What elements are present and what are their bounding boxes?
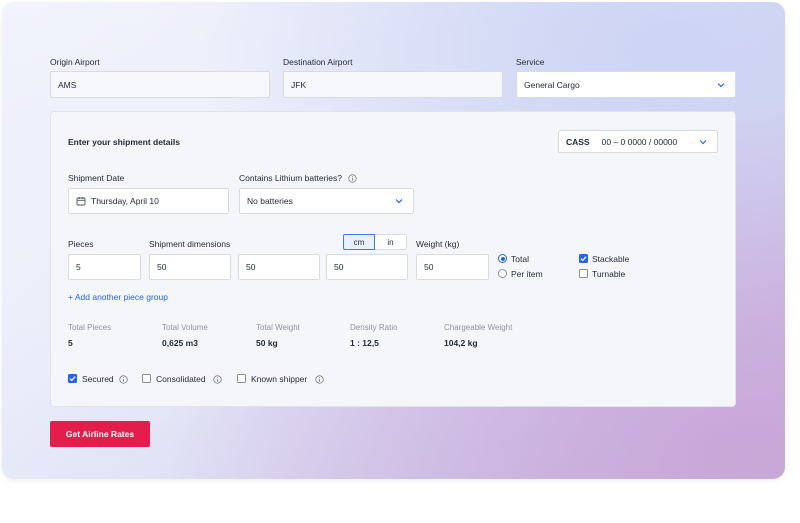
consolidated-label-text: Consolidated — [156, 374, 206, 384]
weight-total-label: Total — [511, 254, 529, 264]
weight-total-radio[interactable] — [498, 254, 507, 263]
turnable-label: Turnable — [592, 269, 626, 279]
destination-airport-input[interactable]: JFK — [283, 71, 503, 98]
unit-cm-button[interactable]: cm — [343, 234, 375, 250]
total-weight-label: Total Weight — [256, 323, 300, 332]
destination-airport-label: Destination Airport — [283, 57, 353, 67]
chevron-down-icon — [716, 80, 726, 90]
width-input[interactable]: 50 — [238, 254, 320, 280]
secured-checkbox[interactable] — [68, 374, 77, 383]
weight-value: 50 — [424, 262, 434, 272]
cass-value: 00 – 0 0000 / 00000 — [601, 136, 678, 147]
known-shipper-label-text: Known shipper — [251, 374, 308, 384]
length-input[interactable]: 50 — [149, 254, 231, 280]
stackable-label: Stackable — [592, 254, 630, 264]
width-value: 50 — [246, 262, 256, 272]
info-icon[interactable] — [119, 375, 128, 384]
weight-label: Weight (kg) — [416, 239, 460, 249]
info-icon[interactable] — [213, 375, 222, 384]
known-shipper-label: Known shipper — [251, 374, 324, 384]
shipment-details-heading: Enter your shipment details — [68, 137, 180, 147]
secured-label: Secured — [82, 374, 128, 384]
service-value: General Cargo — [524, 79, 580, 90]
total-weight-value: 50 kg — [256, 338, 278, 348]
length-value: 50 — [157, 262, 167, 272]
consolidated-label: Consolidated — [156, 374, 222, 384]
weight-input[interactable]: 50 — [416, 254, 489, 280]
check-icon — [580, 256, 587, 262]
total-pieces-value: 5 — [68, 338, 73, 348]
turnable-checkbox[interactable] — [579, 269, 588, 278]
known-shipper-checkbox[interactable] — [237, 374, 246, 383]
consolidated-checkbox[interactable] — [142, 374, 151, 383]
lithium-value: No batteries — [247, 196, 293, 206]
get-airline-rates-button[interactable]: Get Airline Rates — [50, 421, 150, 447]
check-icon — [69, 376, 76, 382]
weight-per-item-label: Per item — [511, 269, 543, 279]
shipment-date-picker[interactable]: Thursday, April 10 — [68, 188, 229, 214]
total-volume-label: Total Volume — [162, 323, 208, 332]
secured-label-text: Secured — [82, 374, 114, 384]
destination-airport-value: JFK — [291, 79, 307, 90]
info-icon[interactable] — [314, 375, 324, 384]
total-pieces-label: Total Pieces — [68, 323, 112, 332]
pieces-label: Pieces — [68, 239, 94, 249]
lithium-batteries-select[interactable]: No batteries — [239, 188, 414, 214]
info-icon[interactable] — [348, 174, 358, 183]
lithium-label-row: Contains Lithium batteries? — [239, 173, 358, 183]
pieces-value: 5 — [76, 262, 81, 272]
density-ratio-value: 1 : 12,5 — [350, 338, 379, 348]
unit-in-button[interactable]: in — [375, 234, 407, 250]
service-select[interactable]: General Cargo — [516, 71, 736, 98]
pieces-input[interactable]: 5 — [68, 254, 141, 280]
shipment-dimensions-label: Shipment dimensions — [149, 239, 231, 249]
weight-per-item-radio[interactable] — [498, 269, 507, 278]
chevron-down-icon — [698, 137, 708, 147]
height-input[interactable]: 50 — [326, 254, 408, 280]
cass-label: CASS — [566, 136, 590, 147]
add-piece-group-link[interactable]: + Add another piece group — [68, 292, 168, 302]
chargeable-weight-value: 104,2 kg — [444, 338, 478, 348]
origin-airport-value: AMS — [58, 79, 77, 90]
density-ratio-label: Density Ratio — [350, 323, 398, 332]
calendar-icon — [76, 196, 86, 206]
shipment-date-value: Thursday, April 10 — [91, 196, 159, 206]
height-value: 50 — [334, 262, 344, 272]
total-volume-value: 0,625 m3 — [162, 338, 198, 348]
lithium-label: Contains Lithium batteries? — [239, 173, 343, 183]
cass-select[interactable]: CASS 00 – 0 0000 / 00000 — [558, 130, 718, 153]
chargeable-weight-label: Chargeable Weight — [444, 323, 513, 332]
unit-toggle: cm in — [343, 234, 407, 250]
origin-airport-input[interactable]: AMS — [50, 71, 270, 98]
service-label: Service — [516, 57, 545, 67]
stackable-checkbox[interactable] — [579, 254, 588, 263]
origin-airport-label: Origin Airport — [50, 57, 100, 67]
shipment-date-label: Shipment Date — [68, 173, 125, 183]
chevron-down-icon — [394, 196, 404, 206]
shipment-details-panel: Enter your shipment details CASS 00 – 0 … — [50, 111, 736, 407]
